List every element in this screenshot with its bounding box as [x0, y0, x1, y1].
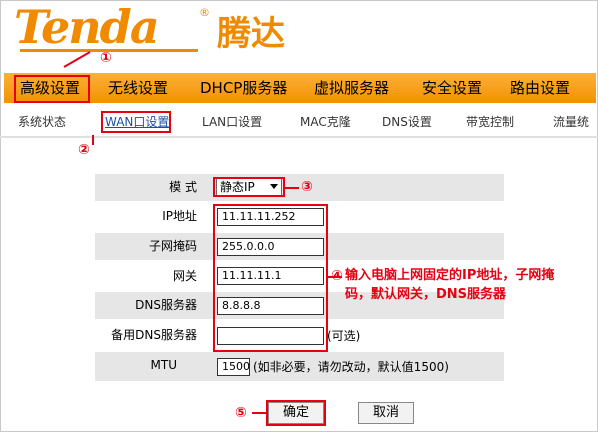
annotation-box-wan	[101, 111, 171, 133]
dns-label: DNS服务器	[135, 298, 197, 312]
annotation-number-3: ③	[301, 179, 313, 195]
sub-nav-lan-settings[interactable]: LAN口设置	[202, 110, 262, 134]
mtu-hint: (如非必要，请勿改动，默认值1500)	[253, 360, 449, 374]
logo-chinese-name: 腾达	[217, 14, 285, 54]
annotation-number-2: ②	[78, 142, 90, 158]
form-row-mtu: MTU 1500 (如非必要，请勿改动，默认值1500)	[95, 352, 504, 381]
gateway-label: 网关	[172, 269, 197, 283]
annotation-box-fields	[213, 204, 328, 352]
main-nav-virtual-server[interactable]: 虚拟服务器	[314, 73, 389, 103]
dns2-label: 备用DNS服务器	[111, 328, 197, 342]
dns2-optional-hint: (可选)	[327, 329, 361, 343]
annotation-number-4: ④	[331, 268, 343, 284]
annotation-arrow-3	[285, 187, 299, 189]
mask-label: 子网掩码	[148, 239, 197, 253]
sub-nav-dns-settings[interactable]: DNS设置	[382, 110, 432, 134]
mode-label: 模 式	[169, 180, 197, 194]
cancel-button[interactable]: 取消	[358, 402, 414, 424]
form-row-mode: 模 式 静态IP	[95, 174, 504, 201]
annotation-arrow-2	[92, 135, 94, 145]
annotation-note: 输入电脑上网固定的IP地址，子网掩码，默认网关，DNS服务器	[345, 268, 555, 302]
sub-nav-bandwidth-control[interactable]: 带宽控制	[466, 110, 514, 134]
ip-label: IP地址	[162, 209, 197, 223]
main-nav: 高级设置 无线设置 DHCP服务器 虚拟服务器 安全设置 路由设置	[4, 73, 596, 103]
annotation-arrow-5	[252, 412, 266, 414]
sub-nav-traffic-stats[interactable]: 流量统	[553, 110, 589, 134]
mtu-label: MTU	[150, 358, 177, 372]
sub-nav-system-status[interactable]: 系统状态	[18, 110, 66, 134]
logo-wordmark: Tenda	[14, 0, 160, 54]
sub-nav-divider	[0, 136, 598, 138]
annotation-number-5: ⑤	[235, 405, 247, 421]
sub-nav: 系统状态 WAN口设置 LAN口设置 MAC克隆 DNS设置 带宽控制 流量统	[0, 110, 598, 134]
annotation-box-advanced	[14, 75, 90, 103]
sub-nav-mac-clone[interactable]: MAC克隆	[300, 110, 351, 134]
main-nav-wireless[interactable]: 无线设置	[108, 73, 168, 103]
main-nav-routing[interactable]: 路由设置	[510, 73, 570, 103]
main-nav-dhcp[interactable]: DHCP服务器	[200, 73, 287, 103]
annotation-box-mode	[213, 177, 285, 197]
annotation-box-ok	[266, 400, 326, 426]
mtu-input[interactable]: 1500	[217, 358, 250, 376]
annotation-number-1: ①	[100, 50, 112, 66]
logo-registered-mark: ®	[199, 6, 210, 19]
main-nav-security[interactable]: 安全设置	[422, 73, 482, 103]
